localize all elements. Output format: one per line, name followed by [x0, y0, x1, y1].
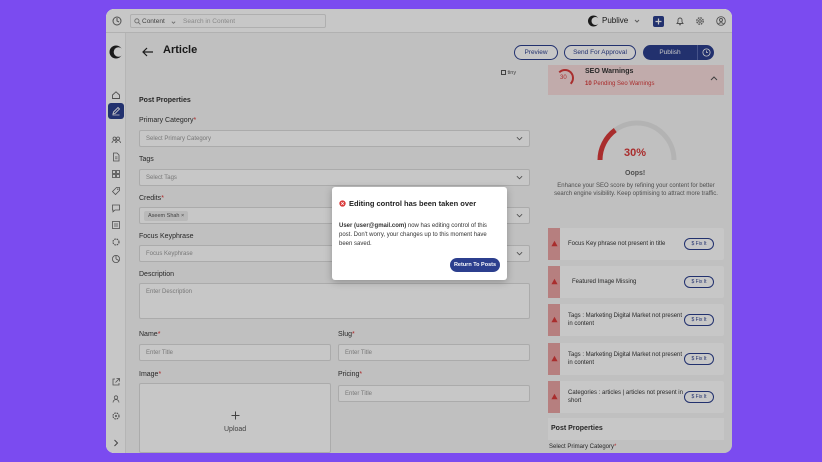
takeover-modal: Editing control has been taken over User…: [332, 187, 507, 280]
error-icon: [339, 200, 346, 207]
app-window: Content Search in Content Publive Articl…: [106, 9, 732, 453]
modal-title: Editing control has been taken over: [349, 199, 477, 208]
return-to-posts-button[interactable]: Return To Posts: [450, 258, 500, 272]
modal-message: User (user@gmail.com) now has editing co…: [339, 223, 487, 247]
modal-user: User (user@gmail.com): [339, 223, 407, 229]
